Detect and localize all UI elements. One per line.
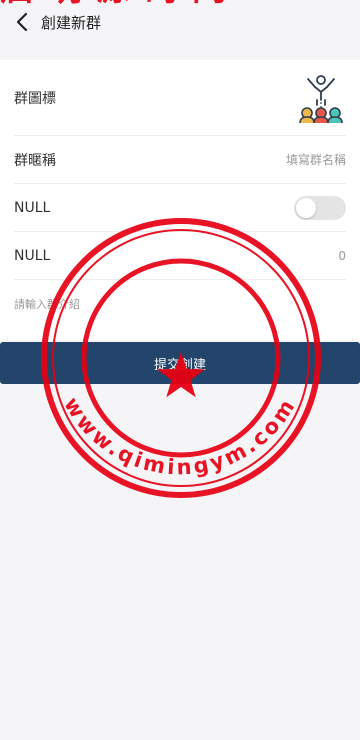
app-header: 創建新群 xyxy=(0,0,360,44)
toggle-label: NULL xyxy=(14,199,51,216)
toggle-switch[interactable] xyxy=(294,195,346,220)
page-title: 創建新群 xyxy=(41,14,102,32)
watermark-bottom-text: www.qimingym.com xyxy=(59,393,301,480)
chevron-left-icon xyxy=(16,12,28,32)
count-row[interactable]: NULL 0 xyxy=(14,232,346,280)
group-avatar-row[interactable]: 群圖標 xyxy=(14,60,346,136)
group-people-icon[interactable] xyxy=(296,73,346,123)
watermark-bottom-path: www.qimingym.com xyxy=(59,393,298,480)
create-group-form: 群圖標 群暱稱 NULL NULL 0 xyxy=(0,60,360,350)
back-button[interactable] xyxy=(12,10,32,34)
group-name-input[interactable] xyxy=(206,152,346,167)
group-avatar-label: 群圖標 xyxy=(14,90,56,107)
count-value: 0 xyxy=(338,248,346,263)
count-label: NULL xyxy=(14,247,51,264)
toggle-knob xyxy=(296,197,316,218)
group-name-label: 群暱稱 xyxy=(14,152,56,169)
submit-create-button[interactable]: 提交創建 xyxy=(0,342,360,384)
toggle-row: NULL xyxy=(14,184,346,232)
group-name-row: 群暱稱 xyxy=(14,136,346,184)
group-intro-row xyxy=(14,280,346,350)
